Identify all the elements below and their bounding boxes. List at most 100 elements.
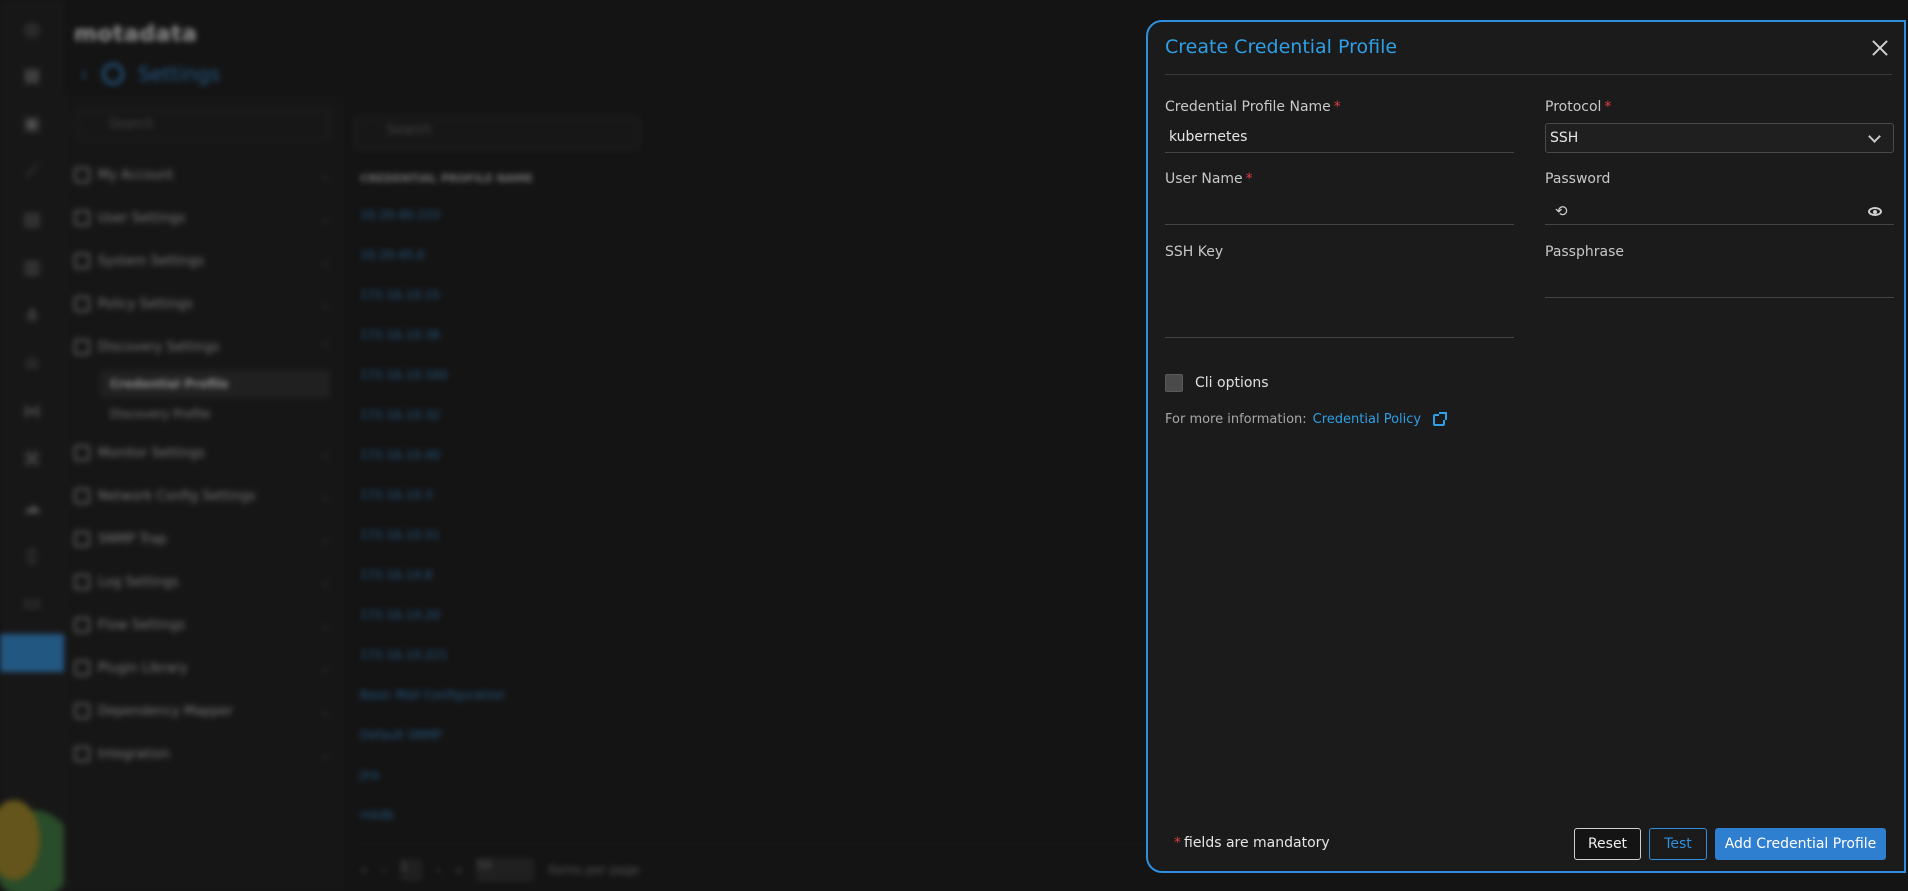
breadcrumb-title: Settings <box>138 62 221 86</box>
audit-icon[interactable]: ▯ <box>20 544 44 566</box>
document-icon[interactable]: ▭ <box>20 592 44 614</box>
monitor-icon[interactable]: ▣ <box>20 112 44 134</box>
topology-icon[interactable]: ⋔ <box>20 304 44 326</box>
logs-icon[interactable]: ☁ <box>20 496 44 518</box>
settings-gear-icon <box>102 63 124 85</box>
table-row[interactable]: 172.16.10.32 <box>360 408 440 422</box>
chevron-down-icon <box>1868 130 1881 143</box>
dashboard-icon[interactable]: ▦ <box>20 64 44 86</box>
table-row[interactable]: 10.20.40.233 <box>360 208 440 222</box>
per-page-select[interactable]: 50 <box>476 858 535 882</box>
divider <box>350 844 1150 845</box>
table-row[interactable]: 172.16.14.8 <box>360 568 433 582</box>
table-row[interactable]: Basic Mail Configuration <box>360 688 505 702</box>
settings-sidebar: Search My Account ⌄ User Settings ⌄ System… <box>64 96 342 891</box>
table-row[interactable]: 172.16.10.3 <box>360 488 433 502</box>
profile-name-field: Credential Profile Name * <box>1165 99 1514 153</box>
sidebar-search-input[interactable]: Search <box>76 110 330 140</box>
cli-options-checkbox[interactable] <box>1165 374 1183 392</box>
first-page-icon[interactable]: « <box>360 863 367 877</box>
table-row[interactable]: 172.16.10.15 <box>360 288 440 302</box>
field-label: Password <box>1545 171 1611 187</box>
refresh-icon[interactable]: ⟲ <box>1555 202 1568 220</box>
apps-icon[interactable]: ▤ <box>20 208 44 230</box>
test-button[interactable]: Test <box>1649 828 1707 860</box>
protocol-select[interactable]: SSH <box>1545 123 1894 153</box>
table-row[interactable]: Jira <box>360 768 379 782</box>
sidebar-item-dependency-mapper[interactable]: Dependency Mapper ⌄ <box>74 698 330 724</box>
required-marker: * <box>1174 835 1181 851</box>
sidebar-item-label: Policy Settings <box>98 296 193 312</box>
sidebar-item-label: Log Settings <box>98 574 179 590</box>
table-row[interactable]: 172.16.10.40 <box>360 448 440 462</box>
sidebar-item-label: Dependency Mapper <box>98 703 233 719</box>
sidebar-item-log-settings[interactable]: Log Settings ⌄ <box>74 569 330 595</box>
table-row[interactable]: 172.16.10.221 <box>360 648 448 662</box>
sidebar-subitem-discovery-profile[interactable]: Discovery Profile <box>100 400 330 428</box>
sidebar-item-integration[interactable]: Integration ⌄ <box>74 741 330 767</box>
protocol-selected-value: SSH <box>1550 130 1579 146</box>
field-label: Protocol * <box>1545 99 1612 115</box>
password-field: Password ⟲ <box>1545 171 1894 225</box>
sidebar-item-label: Monitor Settings <box>98 445 205 461</box>
reports-icon[interactable]: ▥ <box>20 256 44 278</box>
flow-icon[interactable]: ⌘ <box>20 448 44 470</box>
sidebar-subitem-credential-profile[interactable]: Credential Profile <box>100 370 330 398</box>
required-marker: * <box>1604 99 1612 115</box>
passphrase-input[interactable] <box>1549 274 1890 290</box>
per-page-label: Items per page <box>548 863 640 877</box>
profile-name-input[interactable] <box>1169 129 1510 145</box>
add-credential-profile-button[interactable]: Add Credential Profile <box>1715 828 1886 860</box>
sidebar-item-my-account[interactable]: My Account ⌄ <box>74 162 330 188</box>
sidebar-item-network-config[interactable]: Network Config Settings ⌄ <box>74 483 330 509</box>
table-row[interactable]: Default SNMP <box>360 728 442 742</box>
table-row[interactable]: mkdb <box>360 808 394 822</box>
reset-button[interactable]: Reset <box>1574 828 1641 860</box>
user-name-input[interactable] <box>1169 201 1510 217</box>
list-search-input[interactable]: Search <box>354 116 640 150</box>
settings-rail-active[interactable] <box>0 634 64 672</box>
sidebar-item-plugin-library[interactable]: Plugin Library ⌄ <box>74 655 330 681</box>
policy-icon <box>74 296 90 312</box>
sidebar-item-flow-settings[interactable]: Flow Settings ⌄ <box>74 612 330 638</box>
external-link-icon[interactable] <box>1433 411 1448 426</box>
ssh-key-field: SSH Key <box>1165 244 1514 338</box>
next-page-icon[interactable]: › <box>436 863 441 877</box>
last-page-icon[interactable]: » <box>455 863 462 877</box>
credential-policy-link[interactable]: Credential Policy <box>1313 412 1421 427</box>
sidebar-item-policy-settings[interactable]: Policy Settings ⌄ <box>74 291 330 317</box>
chevron-down-icon: ⌄ <box>320 446 330 460</box>
table-row[interactable]: 172.16.10.36 <box>360 328 440 342</box>
chevron-down-icon: ⌄ <box>320 532 330 546</box>
network-icon[interactable]: ⋈ <box>20 400 44 422</box>
page-number[interactable]: 1 <box>400 859 423 881</box>
sidebar-item-label: Discovery Settings <box>98 339 220 355</box>
back-icon[interactable]: ‹ <box>80 62 88 86</box>
flow-icon <box>74 617 90 633</box>
cli-options-checkbox-row[interactable]: Cli options <box>1165 374 1269 392</box>
alerts-icon[interactable]: ⍾ <box>20 352 44 374</box>
sidebar-item-discovery-settings[interactable]: Discovery Settings ⌃ <box>74 334 330 360</box>
table-row[interactable]: 172.16.14.20 <box>360 608 440 622</box>
sidebar-item-label: SNMP Trap <box>98 531 167 547</box>
cli-options-label: Cli options <box>1195 375 1269 391</box>
sidebar-item-monitor-settings[interactable]: Monitor Settings ⌄ <box>74 440 330 466</box>
eye-icon[interactable] <box>1868 207 1882 216</box>
prev-page-icon[interactable]: ‹ <box>381 863 386 877</box>
mandatory-text: fields are mandatory <box>1184 835 1330 851</box>
sidebar-item-user-settings[interactable]: User Settings ⌄ <box>74 205 330 231</box>
discovery-icon <box>74 339 90 355</box>
close-icon[interactable] <box>1872 40 1888 56</box>
chevron-down-icon: ⌄ <box>320 297 330 311</box>
table-row[interactable]: 172.16.10.160 <box>360 368 448 382</box>
sidebar-item-system-settings[interactable]: System Settings ⌄ <box>74 248 330 274</box>
metrics-icon[interactable]: ⟋ <box>20 160 44 182</box>
password-input-wrap: ⟲ <box>1545 195 1894 225</box>
chevron-down-icon: ⌄ <box>320 575 330 589</box>
chevron-down-icon: ⌄ <box>320 661 330 675</box>
ssh-key-textarea[interactable] <box>1165 268 1514 338</box>
table-row[interactable]: 172.16.10.51 <box>360 528 440 542</box>
table-row[interactable]: 10.20.45.6 <box>360 248 425 262</box>
column-header[interactable]: CREDENTIAL PROFILE NAME <box>360 172 533 185</box>
sidebar-item-snmp-trap[interactable]: SNMP Trap ⌄ <box>74 526 330 552</box>
